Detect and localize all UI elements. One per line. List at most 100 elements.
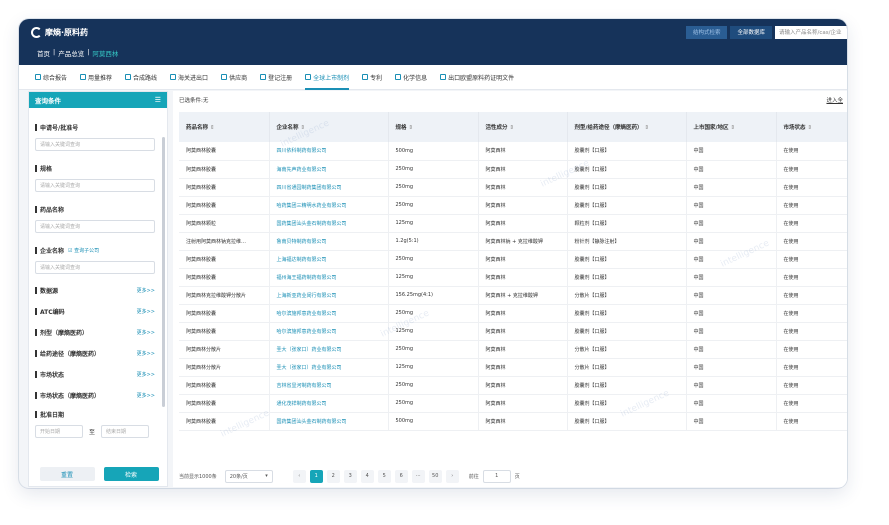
filter-row-5[interactable]: 市场状态（摩熵医药） 更多>> [35, 391, 155, 400]
sort-icon[interactable]: ⇕ [645, 125, 650, 131]
breadcrumb-home[interactable]: 首页 [37, 48, 50, 58]
company-link[interactable]: 通化茂祥制药有限公司 [269, 394, 389, 413]
tab-3[interactable]: 海关进出口 [170, 65, 208, 90]
filter-more-link[interactable]: 更多>> [137, 329, 155, 336]
table-row[interactable]: 阿莫西林胶囊 海南先声药业有限公司 250mg 阿莫西林 胶囊剂【口服】 中国 在使用 [179, 160, 847, 179]
start-date-input[interactable]: 开始日期 [35, 425, 83, 438]
all-database-button[interactable]: 全部数据库 [730, 25, 772, 39]
table-row[interactable]: 阿莫西林克拉维酸钾分散片 上海新亚药业闵行有限公司 156.25mg(4:1) 阿莫西… [179, 286, 847, 305]
column-header[interactable]: 企业名称 ⇕ [269, 112, 389, 142]
company-link[interactable]: 哈药集团三精明水药业有限公司 [269, 196, 389, 215]
filter-more-link[interactable]: 更多>> [137, 308, 155, 315]
tab-6[interactable]: 全球上市制剂 [305, 65, 350, 90]
column-header[interactable]: 规格 ⇕ [388, 112, 479, 142]
tab-4[interactable]: 供应商 [221, 65, 247, 90]
company-link[interactable]: 哈尔滨施邦意药业有限公司 [269, 304, 389, 323]
filter-row-2[interactable]: 剂型（摩熵医药） 更多>> [35, 328, 155, 337]
company-link[interactable]: 海南先声药业有限公司 [269, 160, 389, 179]
breadcrumb-section[interactable]: 产品总览 [58, 48, 84, 58]
structure-search-button[interactable]: 结构式检索 [685, 25, 728, 39]
table-row[interactable]: 阿莫西林胶囊 上海福达制药有限公司 250mg 阿莫西林 胶囊剂【口服】 中国 在使用 [179, 250, 847, 269]
filter-row-0[interactable]: 数据源 更多>> [35, 286, 155, 295]
table-row[interactable]: 阿莫西林分散片 圣大（张家口）药业有限公司 250mg 阿莫西林 分散片【口服】 中国 在使… [179, 340, 847, 359]
spec-input[interactable]: 请输入关键词查询 [35, 179, 155, 192]
sort-icon[interactable]: ⇕ [731, 125, 736, 131]
page-button[interactable]: 2 [326, 469, 340, 483]
company-link[interactable]: 上海福达制药有限公司 [269, 250, 389, 269]
table-row[interactable]: 阿莫西林胶囊 吉林省显河制药有限公司 250mg 阿莫西林 胶囊剂【口服】 中国 在使用 [179, 376, 847, 395]
tab-8[interactable]: 化学信息 [395, 65, 427, 90]
table-row[interactable]: 阿莫西林胶囊 国药集团汕头金石制药有限公司 500mg 阿莫西林 胶囊剂【口服】 中国 在使… [179, 412, 847, 431]
company-link[interactable]: 国药集团汕头金石制药有限公司 [269, 214, 389, 233]
company-link[interactable]: 上海新亚药业闵行有限公司 [269, 286, 389, 305]
page-button[interactable]: 5 [377, 469, 391, 483]
page-button[interactable]: 50 [428, 469, 442, 483]
tab-9[interactable]: 出口欧盟原料药证明文件 [440, 65, 514, 90]
company-link[interactable]: 圣大（张家口）药业有限公司 [269, 358, 389, 377]
company-link[interactable]: 四川省通园制药集团有限公司 [269, 178, 389, 197]
sidebar-scrollbar[interactable] [162, 137, 165, 407]
company-link[interactable]: 吉林省显河制药有限公司 [269, 376, 389, 395]
reset-button[interactable]: 重置 [39, 467, 95, 481]
table-row[interactable]: 阿莫西林胶囊 哈尔滨施邦意药业有限公司 125mg 阿莫西林 胶囊剂【口服】 中国 在使用 [179, 322, 847, 341]
company-link[interactable]: 鲁南贝特制药有限公司 [269, 232, 389, 251]
filter-more-link[interactable]: 更多>> [137, 350, 155, 357]
company-link[interactable]: 四川依科制药有限公司 [269, 142, 389, 161]
tab-5[interactable]: 登记注册 [260, 65, 292, 90]
sort-icon[interactable]: ⇕ [510, 125, 515, 131]
table-row[interactable]: 阿莫西林胶囊 四川省通园制药集团有限公司 250mg 阿莫西林 胶囊剂【口服】 中国 在使用 [179, 178, 847, 197]
page-button[interactable]: 3 [343, 469, 357, 483]
filter-row-3[interactable]: 给药途径（摩熵医药） 更多>> [35, 349, 155, 358]
filter-more-link[interactable]: 更多>> [137, 371, 155, 378]
company-link[interactable]: 国药集团汕头金石制药有限公司 [269, 412, 389, 431]
table-row[interactable]: 阿莫西林胶囊 哈药集团三精明水药业有限公司 250mg 阿莫西林 胶囊剂【口服】 中国 在使… [179, 196, 847, 215]
table-row[interactable]: 阿莫西林胶囊 通化茂祥制药有限公司 250mg 阿莫西林 胶囊剂【口服】 中国 在使用 [179, 394, 847, 413]
page-button[interactable]: ··· [411, 469, 425, 483]
company-link[interactable]: 哈尔滨施邦意药业有限公司 [269, 322, 389, 341]
end-date-input[interactable]: 结束日期 [101, 425, 150, 438]
goto-page-input[interactable]: 1 [482, 469, 511, 483]
sort-icon[interactable]: ⇕ [808, 125, 813, 131]
tab-1[interactable]: 用量推荐 [80, 65, 112, 90]
next-page-button[interactable]: › [445, 469, 459, 483]
filter-row-4[interactable]: 市场状态 更多>> [35, 370, 155, 379]
menu-icon[interactable]: ☰ [155, 96, 161, 104]
search-button[interactable]: 检索 [103, 467, 159, 481]
table-row[interactable]: 注射用阿莫西林钠克拉维… 鲁南贝特制药有限公司 1.2g(5:1) 阿莫西林钠 + 克… [179, 232, 847, 251]
sort-icon[interactable]: ⇕ [409, 125, 414, 131]
tab-7[interactable]: 专利 [362, 65, 382, 90]
column-header[interactable]: 活性成分 ⇕ [478, 112, 568, 142]
tab-0[interactable]: 综合报告 [35, 65, 67, 90]
table-row[interactable]: 阿莫西林胶囊 福州海王福药制药有限公司 125mg 阿莫西林 胶囊剂【口服】 中国 在使用 [179, 268, 847, 287]
results-panel: 已选条件:无 进入全 药品名称 ⇕ 企业名称 ⇕ 规格 ⇕ 活性成分 ⇕ 剂型/给药途径（摩熵医… [173, 91, 847, 487]
company-input[interactable]: 请输入关键词查询 [35, 261, 155, 274]
include-subsidiary-checkbox[interactable]: ☑ 查询子公司 [68, 247, 99, 254]
tab-2[interactable]: 合成路线 [125, 65, 157, 90]
global-search-input[interactable]: 请输入产品名称/cas/企业 [775, 25, 847, 39]
sort-icon[interactable]: ⇕ [301, 125, 306, 131]
page-button[interactable]: 1 [309, 469, 323, 483]
page-size-select[interactable]: 20条/页 ▾ [224, 469, 273, 483]
filter-more-link[interactable]: 更多>> [137, 287, 155, 294]
approval-number-input[interactable]: 请输入关键词查询 [35, 138, 155, 151]
sort-icon[interactable]: ⇕ [210, 125, 215, 131]
filter-more-link[interactable]: 更多>> [137, 392, 155, 399]
table-cell: 阿莫西林 [478, 250, 568, 269]
prev-page-button[interactable]: ‹ [292, 469, 306, 483]
drug-name-input[interactable]: 请输入关键词查询 [35, 220, 155, 233]
table-row[interactable]: 阿莫西林分散片 圣大（张家口）药业有限公司 125mg 阿莫西林 分散片【口服】 中国 在使… [179, 358, 847, 377]
filter-row-1[interactable]: ATC编码 更多>> [35, 307, 155, 316]
table-row[interactable]: 阿莫西林胶囊 哈尔滨施邦意药业有限公司 250mg 阿莫西林 胶囊剂【口服】 中国 在使用 [179, 304, 847, 323]
column-header[interactable]: 药品名称 ⇕ [179, 112, 270, 142]
app-logo[interactable]: 摩熵·原料药 [31, 25, 88, 39]
export-link[interactable]: 进入全 [826, 96, 843, 108]
column-header[interactable]: 上市国家/地区 ⇕ [686, 112, 777, 142]
column-header[interactable]: 市场状态 ⇕ [776, 112, 847, 142]
column-header[interactable]: 剂型/给药途径（摩熵医药） ⇕ [567, 112, 687, 142]
company-link[interactable]: 圣大（张家口）药业有限公司 [269, 340, 389, 359]
table-row[interactable]: 阿莫西林颗粒 国药集团汕头金石制药有限公司 125mg 阿莫西林 颗粒剂【口服】 中国 在使… [179, 214, 847, 233]
company-link[interactable]: 福州海王福药制药有限公司 [269, 268, 389, 287]
page-button[interactable]: 6 [394, 469, 408, 483]
page-button[interactable]: 4 [360, 469, 374, 483]
table-row[interactable]: 阿莫西林胶囊 四川依科制药有限公司 500mg 阿莫西林 胶囊剂【口服】 中国 在使用 [179, 142, 847, 161]
